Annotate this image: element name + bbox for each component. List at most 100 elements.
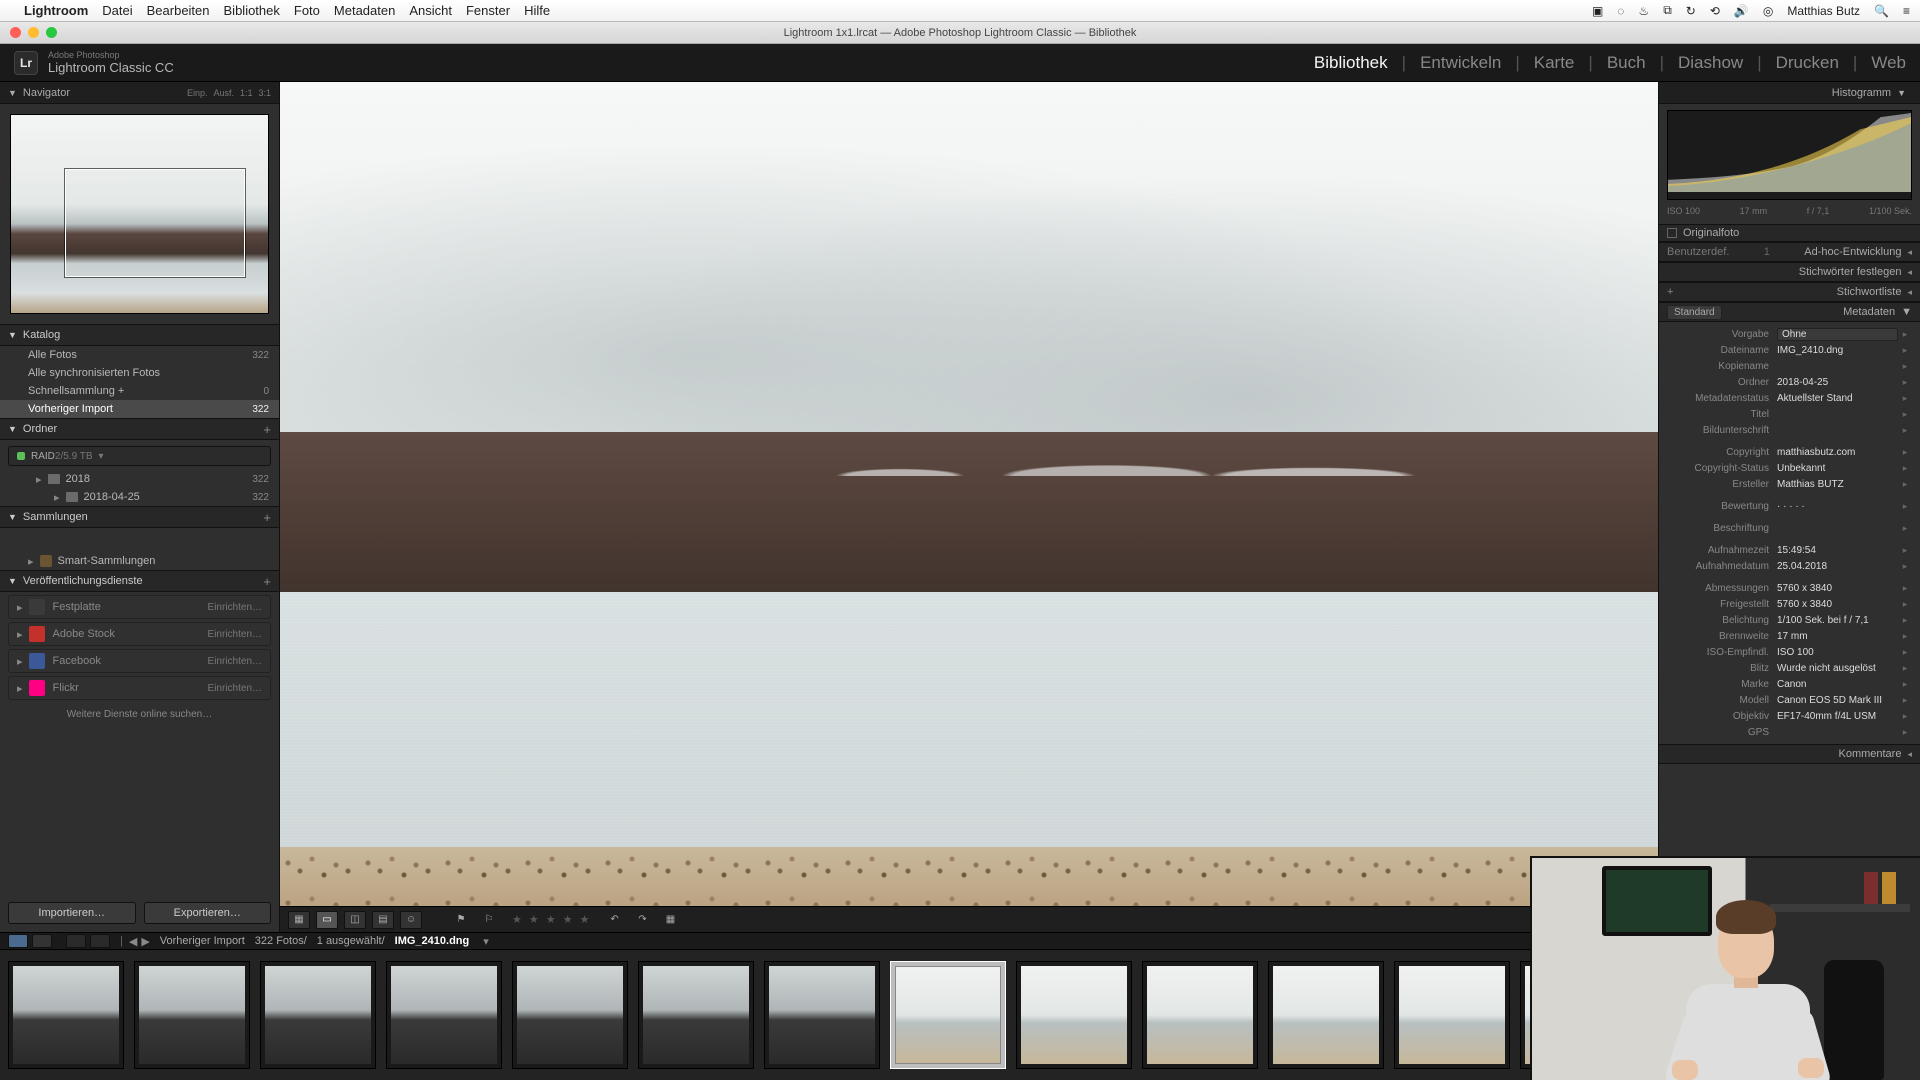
metadata-preset-dropdown[interactable]: Standard [1667, 305, 1722, 320]
loupe-view[interactable]: ▦ ▭ ◫ ▤ ☺ ⚑ ⚐ ★ ★ ★ ★ ★ ↶ ↷ ▦ [280, 82, 1658, 932]
nav-fit[interactable]: Einp. [187, 88, 208, 98]
grid-tiny2-button[interactable] [90, 934, 110, 948]
navigator-header[interactable]: ▼ Navigator Einp. Ausf. 1:1 3:1 [0, 82, 279, 104]
publish-service-row[interactable]: ▸FacebookEinrichten… [8, 649, 271, 673]
filmstrip-thumb[interactable] [890, 961, 1006, 1069]
filmstrip-thumb[interactable] [764, 961, 880, 1069]
export-button[interactable]: Exportieren… [144, 902, 272, 924]
volume-icon[interactable]: 🔊 [1734, 4, 1749, 18]
forward-button[interactable]: ▶ [141, 935, 149, 948]
people-view-button[interactable]: ☺ [400, 911, 422, 929]
menu-bibliothek[interactable]: Bibliothek [224, 3, 280, 18]
keywords-header[interactable]: Stichwörter festlegen◂ [1659, 262, 1920, 282]
navigator-preview[interactable] [10, 114, 269, 314]
filmstrip-thumb[interactable] [512, 961, 628, 1069]
cc-sync-icon[interactable]: ◌ [1617, 4, 1624, 18]
user-name[interactable]: Matthias Butz [1787, 4, 1860, 18]
menu-datei[interactable]: Datei [102, 3, 132, 18]
metadata-row[interactable]: GPS▸ [1667, 724, 1912, 740]
metadata-row[interactable]: Belichtung1/100 Sek. bei f / 7,1▸ [1667, 612, 1912, 628]
metadata-row[interactable]: VorgabeOhne▸ [1667, 326, 1912, 342]
filmstrip-thumb[interactable] [1016, 961, 1132, 1069]
secondary-display-button[interactable] [8, 934, 28, 948]
menu-bearbeiten[interactable]: Bearbeiten [147, 3, 210, 18]
keywordlist-header[interactable]: +Stichwortliste◂ [1659, 282, 1920, 302]
rotate-left-button[interactable]: ↶ [604, 911, 626, 929]
filmstrip-thumb[interactable] [1268, 961, 1384, 1069]
metadata-row[interactable]: ObjektivEF17-40mm f/4L USM▸ [1667, 708, 1912, 724]
grid-view-button[interactable]: ▦ [288, 911, 310, 929]
smart-collections-row[interactable]: ▸ Smart-Sammlungen [0, 552, 279, 570]
metadata-row[interactable]: Brennweite17 mm▸ [1667, 628, 1912, 644]
publish-more-link[interactable]: Weitere Dienste online suchen… [0, 703, 279, 726]
original-checkbox[interactable]: Originalfoto [1659, 224, 1920, 242]
metadata-row[interactable]: MetadatenstatusAktuellster Stand▸ [1667, 390, 1912, 406]
search-icon[interactable]: 🔍 [1874, 4, 1889, 18]
filmstrip-thumb[interactable] [8, 961, 124, 1069]
histogram-header[interactable]: Histogramm ▼ [1659, 82, 1920, 104]
metadata-row[interactable]: ModellCanon EOS 5D Mark III▸ [1667, 692, 1912, 708]
filmstrip-thumb[interactable] [260, 961, 376, 1069]
close-window-button[interactable] [10, 27, 21, 38]
spotlight-icon[interactable]: ◎ [1763, 4, 1773, 18]
katalog-header[interactable]: ▼Katalog [0, 324, 279, 346]
publish-header[interactable]: ▼Veröffentlichungsdienste+ [0, 570, 279, 592]
module-drucken[interactable]: Drucken [1776, 53, 1839, 73]
minimize-window-button[interactable] [28, 27, 39, 38]
metadata-row[interactable]: Aufnahmedatum25.04.2018▸ [1667, 558, 1912, 574]
menu-icon[interactable]: ≡ [1903, 4, 1910, 18]
flame-icon[interactable]: ♨ [1638, 4, 1649, 18]
metadata-row[interactable]: Freigestellt5760 x 3840▸ [1667, 596, 1912, 612]
nav-fill[interactable]: Ausf. [213, 88, 234, 98]
metadata-row[interactable]: Titel▸ [1667, 406, 1912, 422]
timemachine-icon[interactable]: ↻ [1686, 4, 1696, 18]
secondary-display-2-button[interactable] [32, 934, 52, 948]
filmstrip-thumb[interactable] [386, 961, 502, 1069]
folder-row[interactable]: ▸2018-04-25322 [0, 488, 279, 506]
app-menu[interactable]: Lightroom [24, 3, 88, 18]
filmstrip-thumb[interactable] [134, 961, 250, 1069]
loupe-view-button[interactable]: ▭ [316, 911, 338, 929]
comments-header[interactable]: Kommentare◂ [1659, 744, 1920, 764]
folder-row[interactable]: ▸2018322 [0, 470, 279, 488]
histogram[interactable] [1667, 110, 1912, 200]
grid-tiny-button[interactable] [66, 934, 86, 948]
metadata-row[interactable]: Copyrightmatthiasbutz.com▸ [1667, 444, 1912, 460]
publish-service-row[interactable]: ▸Adobe StockEinrichten… [8, 622, 271, 646]
navigator-crop-box[interactable] [65, 169, 245, 277]
flag-reject-button[interactable]: ⚐ [478, 911, 500, 929]
add-publish-icon[interactable]: + [263, 574, 271, 589]
publish-service-row[interactable]: ▸FlickrEinrichten… [8, 676, 271, 700]
module-bibliothek[interactable]: Bibliothek [1314, 53, 1388, 73]
metadata-row[interactable]: Aufnahmezeit15:49:54▸ [1667, 542, 1912, 558]
metadata-row[interactable]: DateinameIMG_2410.dng▸ [1667, 342, 1912, 358]
chevron-down-icon[interactable]: ▾ [483, 935, 489, 948]
katalog-row[interactable]: Alle synchronisierten Fotos [0, 364, 279, 382]
metadata-row[interactable]: Bildunterschrift▸ [1667, 422, 1912, 438]
filmstrip-thumb[interactable] [1394, 961, 1510, 1069]
metadata-row[interactable]: Abmessungen5760 x 3840▸ [1667, 580, 1912, 596]
add-collection-icon[interactable]: + [263, 510, 271, 525]
status-icon[interactable]: ▣ [1592, 4, 1603, 18]
module-karte[interactable]: Karte [1534, 53, 1575, 73]
rotate-right-button[interactable]: ↷ [632, 911, 654, 929]
filmstrip-thumb[interactable] [638, 961, 754, 1069]
filter-collections[interactable] [8, 530, 271, 550]
katalog-row[interactable]: Alle Fotos322 [0, 346, 279, 364]
ordner-header[interactable]: ▼Ordner+ [0, 418, 279, 440]
katalog-row[interactable]: Vorheriger Import322 [0, 400, 279, 418]
add-folder-icon[interactable]: + [263, 422, 271, 437]
katalog-row[interactable]: Schnellsammlung +0 [0, 382, 279, 400]
sammlungen-header[interactable]: ▼Sammlungen+ [0, 506, 279, 528]
module-entwickeln[interactable]: Entwickeln [1420, 53, 1501, 73]
dropbox-icon[interactable]: ⧉ [1663, 3, 1672, 18]
back-button[interactable]: ◀ [129, 935, 137, 948]
zoom-window-button[interactable] [46, 27, 57, 38]
import-button[interactable]: Importieren… [8, 902, 136, 924]
metadata-row[interactable]: BlitzWurde nicht ausgelöst▸ [1667, 660, 1912, 676]
wifi-icon[interactable]: ⟲ [1710, 4, 1720, 18]
metadata-row[interactable]: Beschriftung▸ [1667, 520, 1912, 536]
module-diashow[interactable]: Diashow [1678, 53, 1743, 73]
metadata-row[interactable]: Bewertung· · · · ·▸ [1667, 498, 1912, 514]
menu-fenster[interactable]: Fenster [466, 3, 510, 18]
